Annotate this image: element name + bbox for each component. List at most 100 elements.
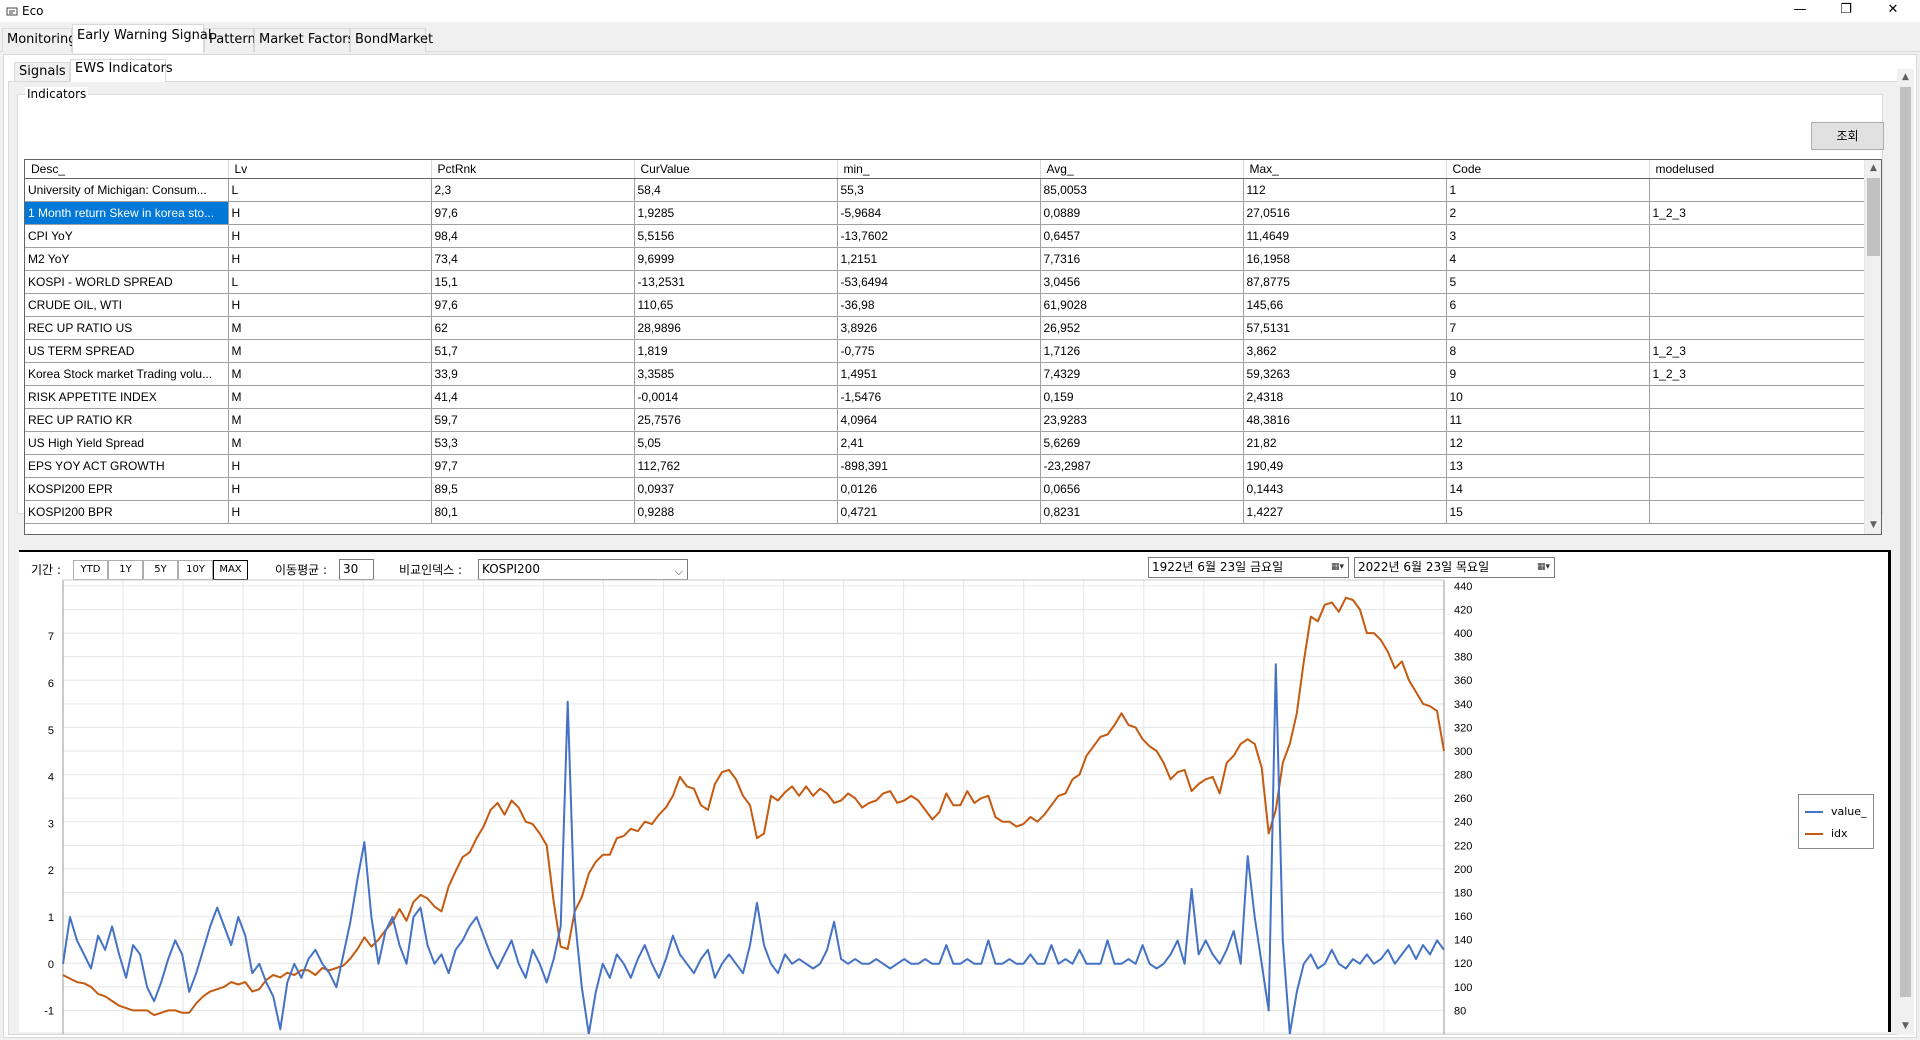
table-cell[interactable]: 5,5156 [634,224,838,248]
table-cell[interactable]: 4 [1446,247,1650,271]
table-cell[interactable]: EPS YOY ACT GROWTH [25,454,229,478]
tab-monitoring[interactable]: Monitoring [2,28,77,52]
table-cell[interactable]: 53,3 [431,431,635,455]
table-cell[interactable]: 110,65 [634,293,838,317]
table-cell[interactable]: 97,6 [431,293,635,317]
table-cell[interactable]: 0,0937 [634,477,838,501]
table-cell[interactable]: 3 [1446,224,1650,248]
table-cell[interactable]: M [228,408,432,432]
table-cell[interactable] [1649,431,1866,455]
date-to-picker[interactable]: 2022년 6월 23일 목요일 ▦▾ [1354,557,1555,578]
table-cell[interactable]: 89,5 [431,477,635,501]
table-cell[interactable]: 14 [1446,477,1650,501]
table-cell[interactable]: 1 [1446,178,1650,202]
table-cell[interactable] [1649,408,1866,432]
column-header[interactable]: Lv [228,160,432,179]
table-cell[interactable]: 55,3 [837,178,1041,202]
tab-bondmarket[interactable]: BondMarket [350,28,433,52]
scroll-thumb[interactable] [1900,87,1911,997]
table-cell[interactable] [1649,224,1866,248]
table-cell[interactable]: M [228,362,432,386]
column-header[interactable]: Code [1446,160,1650,179]
table-cell[interactable]: 41,4 [431,385,635,409]
table-cell[interactable]: 0,9288 [634,500,838,524]
column-header[interactable]: modelused [1649,160,1866,179]
table-cell[interactable]: M [228,385,432,409]
table-cell[interactable]: 16,1958 [1243,247,1447,271]
table-row[interactable]: KOSPI200 BPR H 80,1 0,9288 0,4721 0,8231 1,422… [25,500,1866,524]
table-cell[interactable]: 7,7316 [1040,247,1244,271]
table-cell[interactable]: 5,6269 [1040,431,1244,455]
table-cell[interactable]: L [228,270,432,294]
table-cell[interactable]: -0,775 [837,339,1041,363]
table-cell[interactable]: 59,7 [431,408,635,432]
table-cell[interactable]: -5,9684 [837,201,1041,225]
table-cell[interactable]: 15 [1446,500,1650,524]
table-cell[interactable] [1649,293,1866,317]
table-cell[interactable]: H [228,247,432,271]
table-cell[interactable]: 0,1443 [1243,477,1447,501]
table-cell[interactable]: 26,952 [1040,316,1244,340]
table-cell[interactable]: 98,4 [431,224,635,248]
table-cell[interactable]: CPI YoY [25,224,229,248]
restore-button[interactable]: ❐ [1823,0,1869,22]
table-cell[interactable]: 33,9 [431,362,635,386]
table-cell[interactable]: REC UP RATIO US [25,316,229,340]
table-cell[interactable]: 5 [1446,270,1650,294]
table-cell[interactable]: M2 YoY [25,247,229,271]
table-cell[interactable]: 1,9285 [634,201,838,225]
table-cell[interactable]: 10 [1446,385,1650,409]
table-cell[interactable]: -13,7602 [837,224,1041,248]
table-cell[interactable]: 0,4721 [837,500,1041,524]
table-cell[interactable]: 9 [1446,362,1650,386]
column-header[interactable]: Avg_ [1040,160,1244,179]
table-cell[interactable]: 1_2_3 [1649,201,1866,225]
table-cell[interactable]: 27,0516 [1243,201,1447,225]
tab-market-factors[interactable]: Market Factors [254,28,354,52]
table-cell[interactable]: 1,819 [634,339,838,363]
table-cell[interactable] [1649,316,1866,340]
table-cell[interactable]: 0,8231 [1040,500,1244,524]
table-cell[interactable]: 2,3 [431,178,635,202]
table-cell[interactable]: 85,0053 [1040,178,1244,202]
table-cell[interactable]: 11,4649 [1243,224,1447,248]
table-cell[interactable]: REC UP RATIO KR [25,408,229,432]
table-cell[interactable]: M [228,316,432,340]
table-cell[interactable]: 1,2151 [837,247,1041,271]
minimize-button[interactable]: — [1777,0,1823,22]
table-cell[interactable]: 7 [1446,316,1650,340]
column-header[interactable]: PctRnk [431,160,635,179]
tab-ews-indicators[interactable]: EWS Indicators [70,59,173,82]
table-cell[interactable]: H [228,477,432,501]
column-header[interactable]: Desc_ [25,160,229,179]
table-cell[interactable]: Korea Stock market Trading volu... [25,362,229,386]
table-row[interactable]: KOSPI - WORLD SPREAD L 15,1 -13,2531 -53,649… [25,270,1866,294]
table-cell[interactable]: 80,1 [431,500,635,524]
table-cell[interactable]: 0,0656 [1040,477,1244,501]
table-cell[interactable]: H [228,454,432,478]
table-cell[interactable]: H [228,224,432,248]
table-cell[interactable]: M [228,431,432,455]
tab-signals[interactable]: Signals [14,62,70,82]
table-row[interactable]: University of Michigan: Consum... L 2,3 58,… [25,178,1866,202]
table-cell[interactable]: 25,7576 [634,408,838,432]
table-cell[interactable]: 21,82 [1243,431,1447,455]
table-cell[interactable]: 3,8926 [837,316,1041,340]
table-cell[interactable]: 48,3816 [1243,408,1447,432]
tab-early-warning-signal[interactable]: Early Warning Signal [72,24,211,53]
scroll-up-icon[interactable]: ▲ [1897,69,1914,86]
table-cell[interactable]: H [228,201,432,225]
table-cell[interactable] [1649,178,1866,202]
grid-vertical-scrollbar[interactable]: ▲ ▼ [1864,160,1881,534]
table-row[interactable]: REC UP RATIO US M 62 28,9896 3,8926 26,952 57,… [25,316,1866,340]
table-cell[interactable]: 1,4951 [837,362,1041,386]
date-from-picker[interactable]: 1922년 6월 23일 금요일 ▦▾ [1148,557,1349,578]
table-cell[interactable]: 112,762 [634,454,838,478]
table-cell[interactable]: 3,3585 [634,362,838,386]
table-cell[interactable]: 1,7126 [1040,339,1244,363]
table-cell[interactable]: -0,0014 [634,385,838,409]
column-header[interactable]: Max_ [1243,160,1447,179]
table-row[interactable]: 1 Month return Skew in korea sto... H 97,6… [25,201,1866,225]
table-cell[interactable]: -53,6494 [837,270,1041,294]
table-cell[interactable] [1649,270,1866,294]
